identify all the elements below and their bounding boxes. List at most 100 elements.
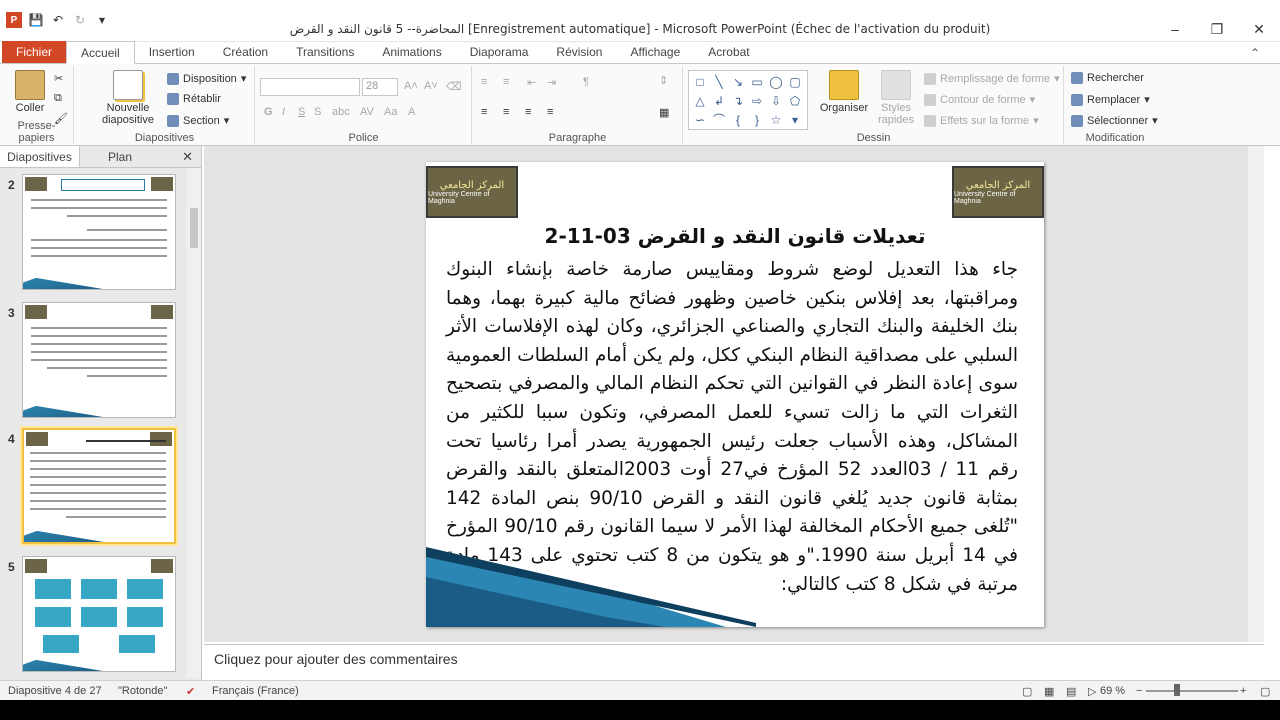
language[interactable]: Français (France) [212,685,299,697]
shadow-icon[interactable]: S [314,106,321,118]
reading-view-icon[interactable]: ▤ [1066,685,1076,698]
shape-effects-button[interactable]: Effets sur la forme ▾ [924,114,1039,127]
increase-indent-icon[interactable]: ⇥ [547,76,556,89]
tab-revision[interactable]: Révision [542,41,616,63]
arrange-button[interactable]: Organiser [814,70,874,114]
slide-thumbnail[interactable] [22,174,176,290]
thumbnails-scrollbar[interactable] [187,168,201,678]
clear-format-icon[interactable]: ⌫ [446,80,462,93]
fit-slide-icon[interactable]: ▢ [1260,685,1270,698]
customize-qat-icon[interactable]: ▾ [94,12,110,28]
paste-button[interactable]: Coller [10,70,50,114]
tab-diaporama[interactable]: Diaporama [456,41,543,63]
star-shape-icon[interactable]: ☆ [767,111,785,129]
justify-icon[interactable]: ≡ [547,106,553,118]
more-shapes-icon[interactable]: ▾ [786,111,804,129]
close-pane-icon[interactable]: ✕ [182,149,193,165]
tab-acrobat[interactable]: Acrobat [694,41,763,63]
decrease-indent-icon[interactable]: ⇤ [527,76,536,89]
align-right-icon[interactable]: ≡ [525,106,531,118]
grow-font-icon[interactable]: A˄ [404,80,418,92]
slide-title[interactable]: 2-تعديلات قانون النقد و القرض 03-11 [426,224,1044,248]
curve-shape-icon[interactable]: ∽ [691,111,709,129]
shape-fill-button[interactable]: Remplissage de forme ▾ [924,72,1060,85]
spellcheck-icon[interactable]: ✔ [186,685,195,698]
tab-fichier[interactable]: Fichier [2,41,67,63]
slideshow-view-icon[interactable]: ▷ [1088,685,1096,698]
case-icon[interactable]: Aa [384,106,397,118]
oval-shape-icon[interactable]: ◯ [767,73,785,91]
shapes-gallery[interactable]: □ ╲ ↘ ▭ ◯ ▢ △ ↲ ↴ ⇨ ⇩ ⬠ ∽ ⌒{} ☆ ▾ [688,70,808,130]
tab-transitions[interactable]: Transitions [282,41,368,63]
rounded-rect-shape-icon[interactable]: ▢ [786,73,804,91]
font-name-select[interactable] [260,78,360,96]
redo-icon[interactable]: ↻ [72,12,88,28]
zoom-in-icon[interactable]: + [1240,685,1246,697]
brace-right-shape-icon[interactable]: } [748,111,766,129]
cut-icon[interactable]: ✂ [54,72,63,85]
shrink-font-icon[interactable]: A˅ [424,80,438,92]
ribbon-collapse-icon[interactable]: ⌃ [1250,46,1260,60]
brace-left-shape-icon[interactable]: { [729,111,747,129]
text-direction-icon[interactable]: ⇕ [659,74,668,87]
minimize-button[interactable]: – [1154,18,1196,40]
find-button[interactable]: Rechercher [1071,72,1144,84]
section-button[interactable]: Section ▾ [167,114,229,127]
editor-scrollbar[interactable] [1248,146,1264,642]
normal-view-icon[interactable]: ▢ [1022,685,1032,698]
elbow-shape-icon[interactable]: ↴ [729,92,747,110]
numbering-icon[interactable]: ≡ [503,76,509,88]
slide-thumbnail[interactable] [22,556,176,672]
arrow-line-shape-icon[interactable]: ↘ [729,73,747,91]
rtl-icon[interactable]: ¶ [583,76,589,88]
restore-button[interactable]: ❐ [1196,18,1238,40]
italic-icon[interactable]: I [282,106,285,118]
triangle-shape-icon[interactable]: △ [691,92,709,110]
font-size-select[interactable]: 28 [362,78,398,96]
sorter-view-icon[interactable]: ▦ [1044,685,1054,698]
zoom-slider-thumb[interactable] [1174,684,1180,696]
scroll-thumb[interactable] [190,208,198,248]
reset-button[interactable]: Rétablir [167,93,221,105]
textbox-shape-icon[interactable]: □ [691,73,709,91]
shape-outline-button[interactable]: Contour de forme ▾ [924,93,1035,106]
tab-insertion[interactable]: Insertion [135,41,209,63]
arc-shape-icon[interactable]: ⌒ [710,111,728,129]
pentagon-shape-icon[interactable]: ⬠ [786,92,804,110]
powerpoint-logo-icon[interactable]: P [6,12,22,28]
down-arrow-shape-icon[interactable]: ⇩ [767,92,785,110]
tab-accueil[interactable]: Accueil [66,41,135,64]
copy-icon[interactable]: ⧉ [54,92,62,105]
zoom-slider[interactable] [1146,690,1238,692]
align-left-icon[interactable]: ≡ [481,106,487,118]
replace-button[interactable]: Remplacer ▾ [1071,93,1150,106]
line-shape-icon[interactable]: ╲ [710,73,728,91]
strikethrough-icon[interactable]: abc [332,106,350,118]
tab-creation[interactable]: Création [209,41,282,63]
tab-diapositives[interactable]: Diapositives [0,146,80,167]
tab-plan[interactable]: Plan [80,146,160,167]
layout-button[interactable]: Disposition ▾ [167,72,246,85]
align-center-icon[interactable]: ≡ [503,106,509,118]
slide-thumbnail[interactable] [22,302,176,418]
rectangle-shape-icon[interactable]: ▭ [748,73,766,91]
select-button[interactable]: Sélectionner ▾ [1071,114,1158,127]
font-color-icon[interactable]: A [408,106,415,118]
spacing-icon[interactable]: AV [360,106,374,118]
quick-styles-button[interactable]: Styles rapides [876,70,916,126]
right-arrow-shape-icon[interactable]: ⇨ [748,92,766,110]
smartart-icon[interactable]: ▦ [659,106,669,119]
notes-pane[interactable]: Cliquez pour ajouter des commentaires [204,644,1264,678]
tab-animations[interactable]: Animations [368,41,455,63]
zoom-level[interactable]: 69 % [1100,685,1125,697]
bullets-icon[interactable]: ≡ [481,76,487,88]
slide-thumbnail-selected[interactable] [22,428,176,544]
slide-canvas[interactable]: المركز الجامعي University Centre of Magh… [426,162,1044,627]
save-icon[interactable]: 💾 [28,12,44,28]
tab-affichage[interactable]: Affichage [616,41,694,63]
underline-icon[interactable]: S [298,106,305,118]
zoom-out-icon[interactable]: − [1136,685,1142,697]
connector-shape-icon[interactable]: ↲ [710,92,728,110]
close-window-button[interactable]: ✕ [1238,18,1280,40]
slide-body-text[interactable]: جاء هذا التعديل لوضع شروط ومقاييس صارمة … [446,256,1018,599]
